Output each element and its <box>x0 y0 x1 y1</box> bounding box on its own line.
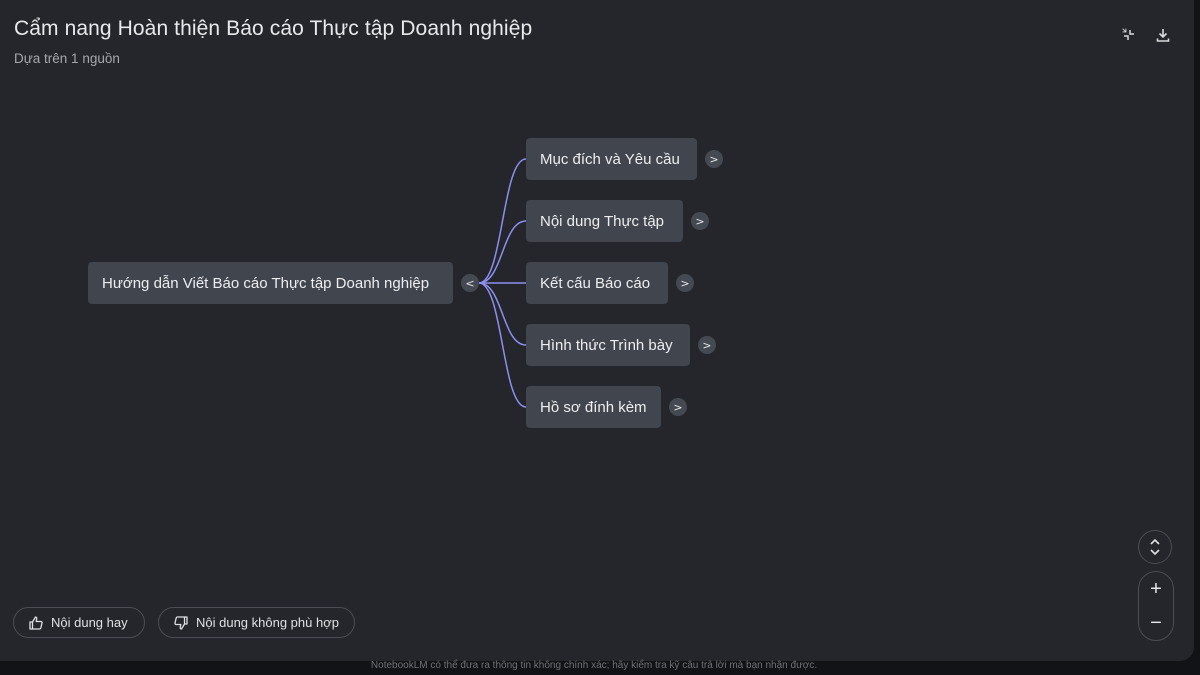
connector-line <box>478 282 527 346</box>
child-node-label: Hình thức Trình bày <box>540 337 673 354</box>
child-node-label: Hồ sơ đính kèm <box>540 399 647 416</box>
child-node-muc-dich[interactable]: Mục đích và Yêu cầu <box>526 138 697 180</box>
root-node[interactable]: Hướng dẫn Viết Báo cáo Thực tập Doanh ng… <box>88 262 453 304</box>
connector-line <box>478 282 527 408</box>
bad-feedback-button[interactable]: Nội dung không phù hợp <box>158 607 355 638</box>
expand-toggle-label: > <box>709 153 718 166</box>
disclaimer-text: NotebookLM có thể đưa ra thông tin không… <box>370 660 818 671</box>
expand-toggle-muc-dich[interactable]: > <box>705 150 723 168</box>
expand-toggle-label: > <box>695 215 704 228</box>
connector-line <box>478 158 527 284</box>
thumbs-up-icon <box>29 615 43 630</box>
child-node-label: Kết cấu Báo cáo <box>540 275 650 292</box>
child-node-label: Nội dung Thực tập <box>540 213 664 230</box>
zoom-out-button[interactable]: − <box>1139 606 1173 640</box>
mindmap-panel: Cẩm nang Hoàn thiện Báo cáo Thực tập Doa… <box>0 0 1194 661</box>
zoom-in-label: + <box>1150 577 1162 600</box>
root-node-label: Hướng dẫn Viết Báo cáo Thực tập Doanh ng… <box>102 275 429 292</box>
good-feedback-button[interactable]: Nội dung hay <box>13 607 145 638</box>
mindmap-canvas: Hướng dẫn Viết Báo cáo Thực tập Doanh ng… <box>88 138 723 428</box>
child-node-ho-so[interactable]: Hồ sơ đính kèm <box>526 386 661 428</box>
expand-toggle-hinh-thuc[interactable]: > <box>698 336 716 354</box>
child-node-ket-cau[interactable]: Kết cấu Báo cáo <box>526 262 668 304</box>
child-node-label: Mục đích và Yêu cầu <box>540 151 680 168</box>
zoom-controls: + − <box>1138 571 1174 641</box>
root-collapse-toggle[interactable]: < <box>461 274 479 292</box>
connectors <box>478 158 527 408</box>
zoom-in-button[interactable]: + <box>1139 572 1173 606</box>
child-node-hinh-thuc[interactable]: Hình thức Trình bày <box>526 324 690 366</box>
fit-view-button[interactable] <box>1138 530 1172 564</box>
connector-line <box>478 220 527 284</box>
thumbs-down-icon <box>174 615 188 630</box>
expand-toggle-label: > <box>702 339 711 352</box>
good-feedback-label: Nội dung hay <box>51 615 128 630</box>
bad-feedback-label: Nội dung không phù hợp <box>196 615 339 630</box>
expand-vertical-icon <box>1150 538 1160 556</box>
root-toggle-label: < <box>465 277 474 290</box>
child-node-noi-dung[interactable]: Nội dung Thực tập <box>526 200 683 242</box>
expand-toggle-ket-cau[interactable]: > <box>676 274 694 292</box>
expand-toggle-ho-so[interactable]: > <box>669 398 687 416</box>
expand-toggle-label: > <box>673 401 682 414</box>
zoom-out-label: − <box>1150 611 1162 634</box>
expand-toggle-noi-dung[interactable]: > <box>691 212 709 230</box>
expand-toggle-label: > <box>680 277 689 290</box>
